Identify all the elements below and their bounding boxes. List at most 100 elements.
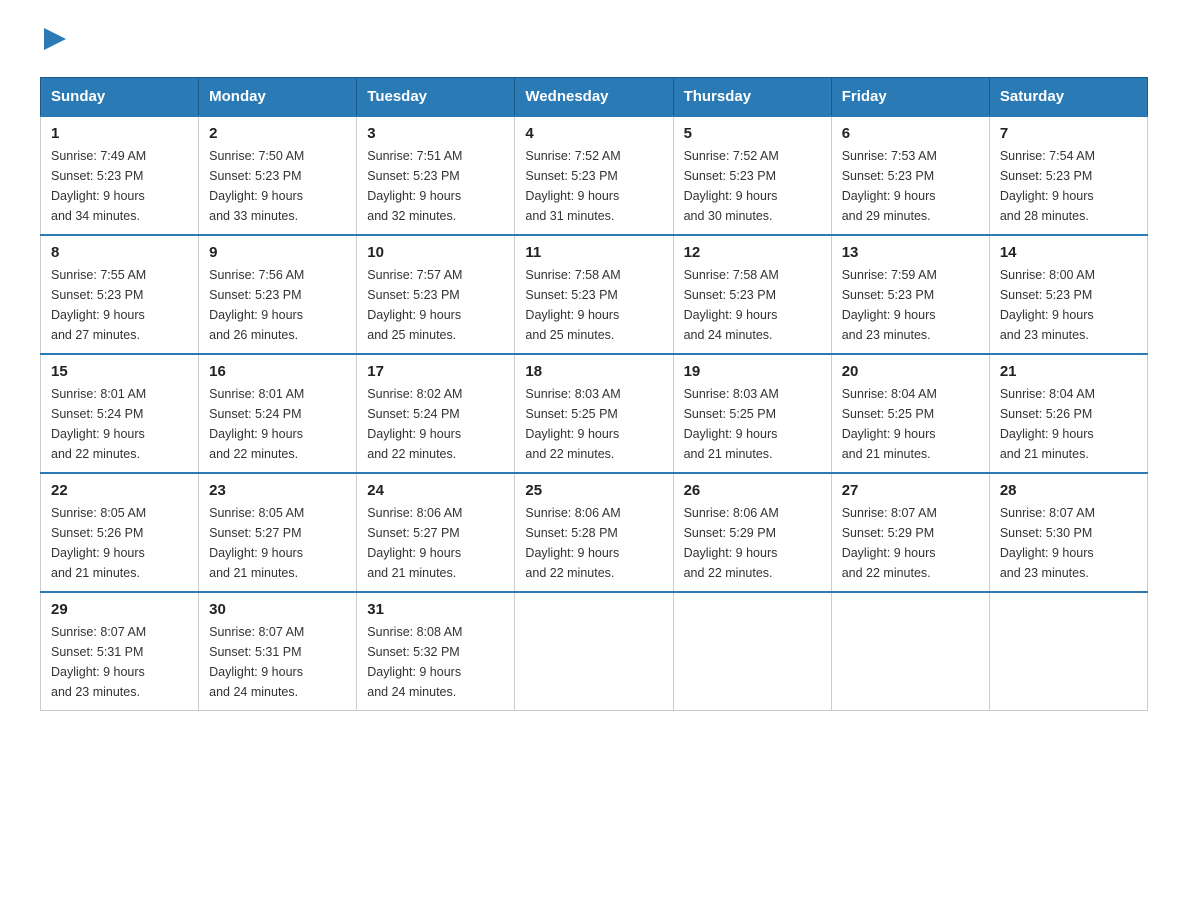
calendar-cell: 18 Sunrise: 8:03 AMSunset: 5:25 PMDaylig… [515, 354, 673, 473]
calendar-cell: 19 Sunrise: 8:03 AMSunset: 5:25 PMDaylig… [673, 354, 831, 473]
calendar-cell: 11 Sunrise: 7:58 AMSunset: 5:23 PMDaylig… [515, 235, 673, 354]
calendar-cell: 23 Sunrise: 8:05 AMSunset: 5:27 PMDaylig… [199, 473, 357, 592]
calendar-week-row: 8 Sunrise: 7:55 AMSunset: 5:23 PMDayligh… [41, 235, 1148, 354]
calendar-table: SundayMondayTuesdayWednesdayThursdayFrid… [40, 77, 1148, 711]
calendar-cell: 3 Sunrise: 7:51 AMSunset: 5:23 PMDayligh… [357, 116, 515, 235]
day-number: 30 [209, 601, 346, 618]
day-number: 1 [51, 125, 188, 142]
calendar-cell [673, 592, 831, 711]
day-info: Sunrise: 8:03 AMSunset: 5:25 PMDaylight:… [525, 387, 620, 461]
calendar-cell: 30 Sunrise: 8:07 AMSunset: 5:31 PMDaylig… [199, 592, 357, 711]
day-info: Sunrise: 8:04 AMSunset: 5:26 PMDaylight:… [1000, 387, 1095, 461]
calendar-cell: 8 Sunrise: 7:55 AMSunset: 5:23 PMDayligh… [41, 235, 199, 354]
calendar-cell [515, 592, 673, 711]
calendar-cell: 26 Sunrise: 8:06 AMSunset: 5:29 PMDaylig… [673, 473, 831, 592]
calendar-cell: 1 Sunrise: 7:49 AMSunset: 5:23 PMDayligh… [41, 116, 199, 235]
calendar-cell: 14 Sunrise: 8:00 AMSunset: 5:23 PMDaylig… [989, 235, 1147, 354]
day-number: 19 [684, 363, 821, 380]
day-number: 8 [51, 244, 188, 261]
calendar-cell: 9 Sunrise: 7:56 AMSunset: 5:23 PMDayligh… [199, 235, 357, 354]
calendar-cell: 24 Sunrise: 8:06 AMSunset: 5:27 PMDaylig… [357, 473, 515, 592]
page-header [40, 30, 1148, 57]
calendar-cell: 17 Sunrise: 8:02 AMSunset: 5:24 PMDaylig… [357, 354, 515, 473]
day-number: 14 [1000, 244, 1137, 261]
calendar-cell [831, 592, 989, 711]
day-number: 20 [842, 363, 979, 380]
calendar-cell: 16 Sunrise: 8:01 AMSunset: 5:24 PMDaylig… [199, 354, 357, 473]
day-info: Sunrise: 8:01 AMSunset: 5:24 PMDaylight:… [51, 387, 146, 461]
calendar-cell: 7 Sunrise: 7:54 AMSunset: 5:23 PMDayligh… [989, 116, 1147, 235]
calendar-cell: 28 Sunrise: 8:07 AMSunset: 5:30 PMDaylig… [989, 473, 1147, 592]
day-number: 24 [367, 482, 504, 499]
day-number: 21 [1000, 363, 1137, 380]
day-number: 23 [209, 482, 346, 499]
day-info: Sunrise: 7:51 AMSunset: 5:23 PMDaylight:… [367, 149, 462, 223]
day-number: 25 [525, 482, 662, 499]
calendar-cell: 4 Sunrise: 7:52 AMSunset: 5:23 PMDayligh… [515, 116, 673, 235]
day-number: 12 [684, 244, 821, 261]
calendar-cell: 6 Sunrise: 7:53 AMSunset: 5:23 PMDayligh… [831, 116, 989, 235]
col-header-thursday: Thursday [673, 78, 831, 117]
day-number: 7 [1000, 125, 1137, 142]
calendar-cell: 13 Sunrise: 7:59 AMSunset: 5:23 PMDaylig… [831, 235, 989, 354]
calendar-week-row: 15 Sunrise: 8:01 AMSunset: 5:24 PMDaylig… [41, 354, 1148, 473]
calendar-cell: 10 Sunrise: 7:57 AMSunset: 5:23 PMDaylig… [357, 235, 515, 354]
col-header-tuesday: Tuesday [357, 78, 515, 117]
day-info: Sunrise: 8:02 AMSunset: 5:24 PMDaylight:… [367, 387, 462, 461]
day-info: Sunrise: 7:56 AMSunset: 5:23 PMDaylight:… [209, 268, 304, 342]
day-number: 6 [842, 125, 979, 142]
calendar-week-row: 1 Sunrise: 7:49 AMSunset: 5:23 PMDayligh… [41, 116, 1148, 235]
day-number: 26 [684, 482, 821, 499]
day-number: 28 [1000, 482, 1137, 499]
day-number: 27 [842, 482, 979, 499]
day-number: 18 [525, 363, 662, 380]
col-header-monday: Monday [199, 78, 357, 117]
day-info: Sunrise: 7:52 AMSunset: 5:23 PMDaylight:… [525, 149, 620, 223]
day-info: Sunrise: 7:52 AMSunset: 5:23 PMDaylight:… [684, 149, 779, 223]
calendar-cell: 27 Sunrise: 8:07 AMSunset: 5:29 PMDaylig… [831, 473, 989, 592]
day-number: 17 [367, 363, 504, 380]
col-header-wednesday: Wednesday [515, 78, 673, 117]
day-number: 5 [684, 125, 821, 142]
day-number: 22 [51, 482, 188, 499]
day-info: Sunrise: 8:03 AMSunset: 5:25 PMDaylight:… [684, 387, 779, 461]
day-number: 11 [525, 244, 662, 261]
day-info: Sunrise: 8:05 AMSunset: 5:27 PMDaylight:… [209, 506, 304, 580]
day-info: Sunrise: 7:54 AMSunset: 5:23 PMDaylight:… [1000, 149, 1095, 223]
day-number: 9 [209, 244, 346, 261]
day-info: Sunrise: 8:04 AMSunset: 5:25 PMDaylight:… [842, 387, 937, 461]
day-info: Sunrise: 8:07 AMSunset: 5:30 PMDaylight:… [1000, 506, 1095, 580]
day-info: Sunrise: 8:05 AMSunset: 5:26 PMDaylight:… [51, 506, 146, 580]
col-header-friday: Friday [831, 78, 989, 117]
day-info: Sunrise: 8:06 AMSunset: 5:29 PMDaylight:… [684, 506, 779, 580]
calendar-cell: 21 Sunrise: 8:04 AMSunset: 5:26 PMDaylig… [989, 354, 1147, 473]
day-info: Sunrise: 7:50 AMSunset: 5:23 PMDaylight:… [209, 149, 304, 223]
day-number: 15 [51, 363, 188, 380]
calendar-cell: 15 Sunrise: 8:01 AMSunset: 5:24 PMDaylig… [41, 354, 199, 473]
calendar-week-row: 29 Sunrise: 8:07 AMSunset: 5:31 PMDaylig… [41, 592, 1148, 711]
col-header-saturday: Saturday [989, 78, 1147, 117]
calendar-cell [989, 592, 1147, 711]
day-number: 10 [367, 244, 504, 261]
day-number: 13 [842, 244, 979, 261]
logo-triangle-icon [44, 28, 66, 50]
col-header-sunday: Sunday [41, 78, 199, 117]
calendar-week-row: 22 Sunrise: 8:05 AMSunset: 5:26 PMDaylig… [41, 473, 1148, 592]
day-info: Sunrise: 8:07 AMSunset: 5:31 PMDaylight:… [209, 625, 304, 699]
day-info: Sunrise: 7:53 AMSunset: 5:23 PMDaylight:… [842, 149, 937, 223]
calendar-cell: 22 Sunrise: 8:05 AMSunset: 5:26 PMDaylig… [41, 473, 199, 592]
calendar-cell: 5 Sunrise: 7:52 AMSunset: 5:23 PMDayligh… [673, 116, 831, 235]
day-number: 31 [367, 601, 504, 618]
calendar-cell: 31 Sunrise: 8:08 AMSunset: 5:32 PMDaylig… [357, 592, 515, 711]
day-info: Sunrise: 8:07 AMSunset: 5:29 PMDaylight:… [842, 506, 937, 580]
day-info: Sunrise: 7:55 AMSunset: 5:23 PMDaylight:… [51, 268, 146, 342]
calendar-cell: 25 Sunrise: 8:06 AMSunset: 5:28 PMDaylig… [515, 473, 673, 592]
day-number: 2 [209, 125, 346, 142]
calendar-cell: 20 Sunrise: 8:04 AMSunset: 5:25 PMDaylig… [831, 354, 989, 473]
day-info: Sunrise: 7:57 AMSunset: 5:23 PMDaylight:… [367, 268, 462, 342]
day-number: 29 [51, 601, 188, 618]
day-info: Sunrise: 8:06 AMSunset: 5:28 PMDaylight:… [525, 506, 620, 580]
logo [40, 30, 66, 57]
day-info: Sunrise: 7:58 AMSunset: 5:23 PMDaylight:… [525, 268, 620, 342]
calendar-cell: 2 Sunrise: 7:50 AMSunset: 5:23 PMDayligh… [199, 116, 357, 235]
